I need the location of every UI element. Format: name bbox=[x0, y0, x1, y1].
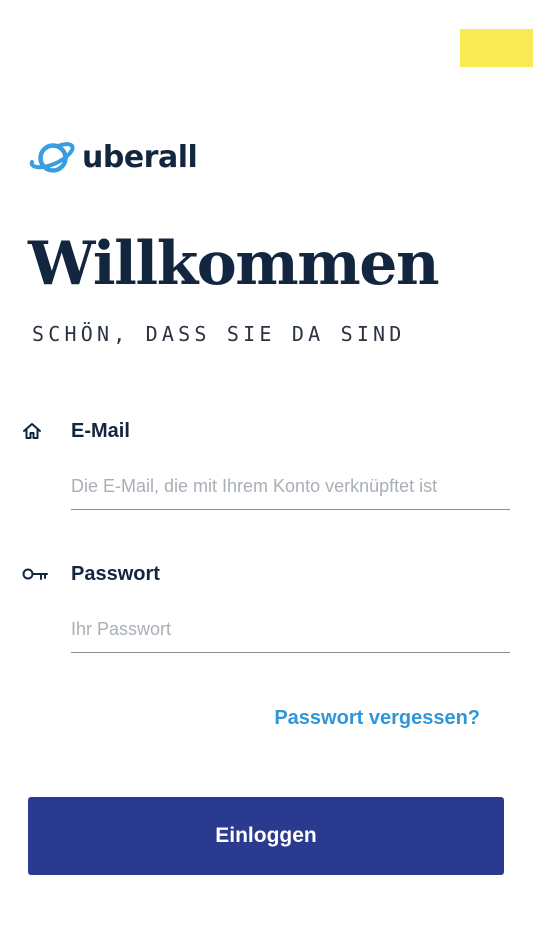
key-icon bbox=[22, 564, 48, 584]
email-field-group: E-Mail bbox=[22, 416, 510, 510]
home-icon bbox=[22, 421, 48, 441]
page-subtitle: SCHÖN, DASS SIE DA SIND bbox=[32, 322, 406, 346]
login-button[interactable]: Einloggen bbox=[28, 797, 504, 875]
corner-highlight bbox=[460, 29, 533, 67]
forgot-password-link[interactable]: Passwort vergessen? bbox=[274, 704, 480, 732]
page-title: Willkommen bbox=[28, 229, 440, 299]
password-label: Passwort bbox=[71, 562, 160, 585]
email-input[interactable] bbox=[71, 464, 510, 510]
brand-name: uberall bbox=[82, 140, 198, 175]
planet-ring-icon bbox=[29, 142, 75, 173]
password-input[interactable] bbox=[71, 607, 510, 653]
password-field-group: Passwort bbox=[22, 559, 510, 653]
brand-logo: uberall bbox=[28, 138, 198, 178]
email-label: E-Mail bbox=[71, 419, 130, 442]
